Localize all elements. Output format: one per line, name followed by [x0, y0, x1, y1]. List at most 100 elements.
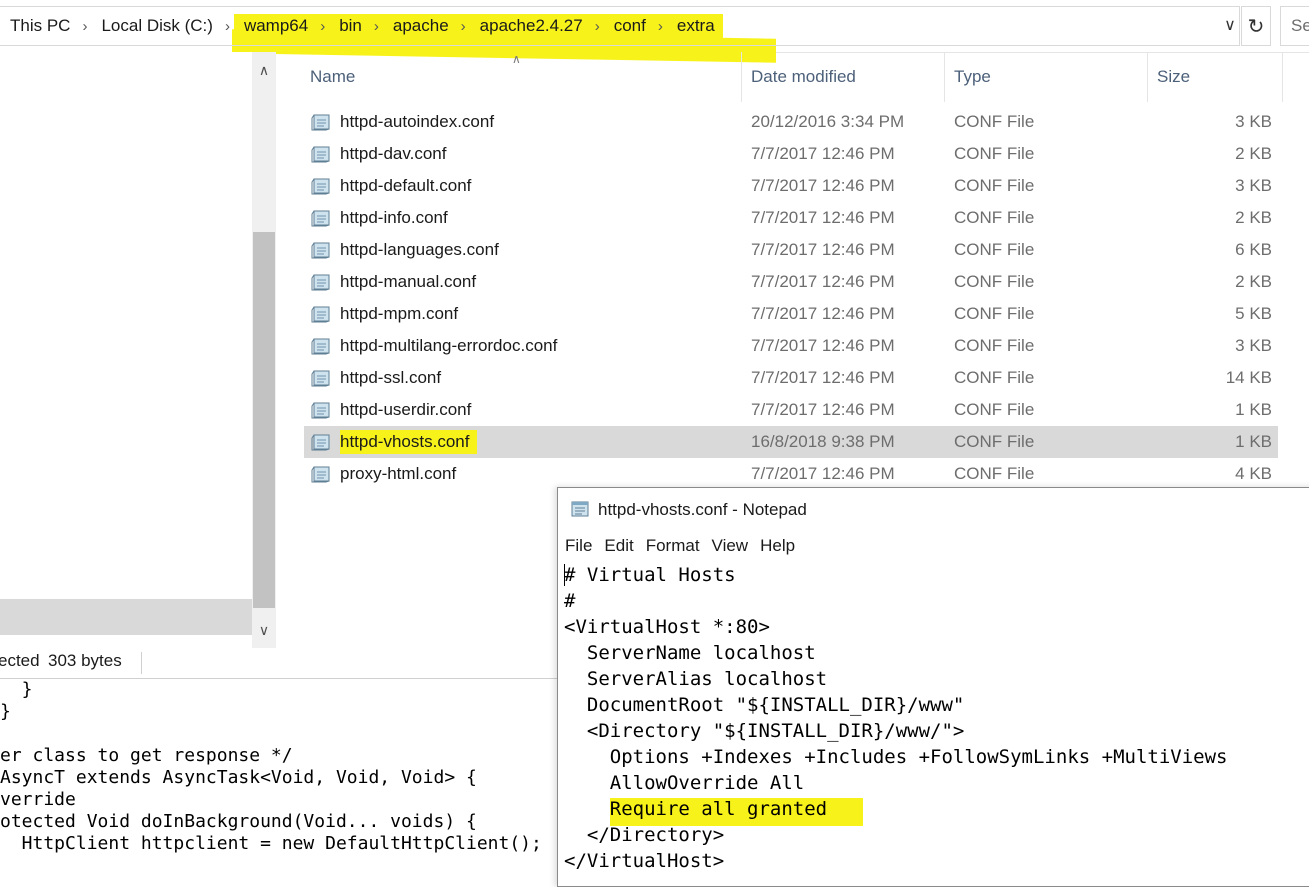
file-row[interactable]: httpd-autoindex.conf 20/12/2016 3:34 PM CO… — [304, 106, 1278, 138]
file-name: httpd-autoindex.conf — [340, 112, 495, 131]
conf-file-icon — [311, 210, 330, 227]
scrollbar-thumb[interactable] — [253, 232, 275, 608]
file-size: 2 KB — [1235, 208, 1272, 227]
text-line: ServerAlias localhost — [564, 668, 828, 690]
menu-item-edit[interactable]: Edit — [597, 534, 638, 560]
column-type[interactable]: Type — [946, 52, 1148, 102]
file-type: CONF File — [954, 304, 1035, 323]
file-row[interactable]: proxy-html.conf 7/7/2017 12:46 PM CONF Fil… — [304, 458, 1278, 490]
file-size: 1 KB — [1235, 400, 1272, 419]
menu-item-help[interactable]: Help — [753, 534, 800, 560]
file-date: 7/7/2017 12:46 PM — [751, 304, 895, 323]
file-size: 1 KB — [1235, 432, 1272, 451]
file-type: CONF File — [954, 112, 1035, 131]
file-date: 20/12/2016 3:34 PM — [751, 112, 905, 131]
text-line: </VirtualHost> — [564, 850, 725, 872]
text-line: Require all granted — [564, 796, 864, 826]
file-type: CONF File — [954, 176, 1035, 195]
breadcrumb-item[interactable]: apache — [382, 14, 457, 38]
menu-item-view[interactable]: View — [705, 534, 754, 560]
chevron-right-icon[interactable]: › — [316, 13, 330, 39]
menu-item-format[interactable]: Format — [639, 534, 705, 560]
chevron-up-icon[interactable]: ∧ — [252, 58, 276, 82]
status-bar: ected 303 bytes — [0, 648, 558, 679]
file-name: httpd-languages.conf — [340, 240, 499, 259]
file-row[interactable]: httpd-ssl.conf 7/7/2017 12:46 PM CONF File… — [304, 362, 1278, 394]
chevron-right-icon[interactable]: › — [78, 18, 91, 35]
text-line: <VirtualHost *:80> — [564, 616, 770, 638]
file-row[interactable]: httpd-languages.conf 7/7/2017 12:46 PM CON… — [304, 234, 1278, 266]
text-line: # Virtual Hosts — [564, 564, 736, 586]
breadcrumb[interactable]: This PC › Local Disk (C:) › wamp64 › bin › apach… — [0, 6, 1240, 46]
file-date: 7/7/2017 12:46 PM — [751, 240, 895, 259]
breadcrumb-item[interactable]: This PC — [0, 16, 78, 36]
chevron-down-icon[interactable]: ∨ — [1218, 8, 1242, 42]
file-row[interactable]: httpd-multilang-errordoc.conf 7/7/2017 12… — [304, 330, 1278, 362]
notepad-titlebar[interactable]: httpd-vhosts.conf - Notepad — [558, 488, 1309, 532]
file-type: CONF File — [954, 272, 1035, 291]
file-date: 7/7/2017 12:46 PM — [751, 176, 895, 195]
conf-file-icon — [311, 178, 330, 195]
refresh-icon[interactable]: ↻ — [1241, 6, 1271, 46]
chevron-right-icon[interactable]: › — [590, 13, 604, 39]
conf-file-icon — [311, 306, 330, 323]
chevron-down-icon[interactable]: ∨ — [252, 618, 276, 642]
chevron-right-icon[interactable]: › — [221, 18, 234, 35]
breadcrumb-item[interactable]: wamp64 — [233, 14, 317, 38]
file-row[interactable]: httpd-dav.conf 7/7/2017 12:46 PM CONF File… — [304, 138, 1278, 170]
search-input[interactable]: Se — [1280, 6, 1309, 46]
file-size: 3 KB — [1235, 176, 1272, 195]
file-row[interactable]: httpd-mpm.conf 7/7/2017 12:46 PM CONF File… — [304, 298, 1278, 330]
chevron-right-icon[interactable]: › — [653, 13, 667, 39]
file-type: CONF File — [954, 240, 1035, 259]
column-size[interactable]: Size — [1149, 52, 1283, 102]
file-date: 7/7/2017 12:46 PM — [751, 464, 895, 483]
column-date-modified[interactable]: Date modified — [743, 52, 945, 102]
notepad-window[interactable]: httpd-vhosts.conf - Notepad File Edit Form… — [557, 487, 1309, 887]
code-line: } — [0, 679, 33, 700]
file-date: 7/7/2017 12:46 PM — [751, 272, 895, 291]
file-type: CONF File — [954, 144, 1035, 163]
file-size: 2 KB — [1235, 144, 1272, 163]
text-line: </Directory> — [564, 824, 725, 846]
file-size: 4 KB — [1235, 464, 1272, 483]
menu-item-file[interactable]: File — [558, 534, 597, 560]
menu-bar: File Edit Format View Help — [558, 534, 800, 560]
file-row[interactable]: httpd-manual.conf 7/7/2017 12:46 PM CONF F… — [304, 266, 1278, 298]
breadcrumb-item[interactable]: bin — [329, 14, 370, 38]
code-line: verride — [0, 789, 76, 810]
file-name: httpd-vhosts.conf — [340, 430, 478, 454]
column-headers: ∧ Name Date modified Type Size — [276, 52, 1286, 102]
file-type: CONF File — [954, 400, 1035, 419]
file-row[interactable]: httpd-vhosts.conf 16/8/2018 9:38 PM CONF F… — [304, 426, 1278, 458]
chevron-right-icon[interactable]: › — [369, 13, 383, 39]
file-row[interactable]: httpd-default.conf 7/7/2017 12:46 PM CONF … — [304, 170, 1278, 202]
conf-file-icon — [311, 274, 330, 291]
conf-file-icon — [311, 338, 330, 355]
column-name[interactable]: Name — [302, 52, 742, 102]
status-selected: ected — [0, 651, 40, 670]
file-date: 7/7/2017 12:46 PM — [751, 336, 895, 355]
breadcrumb-item[interactable]: conf — [603, 14, 654, 38]
file-row[interactable]: httpd-info.conf 7/7/2017 12:46 PM CONF Fil… — [304, 202, 1278, 234]
breadcrumb-item[interactable]: Local Disk (C:) — [91, 16, 220, 36]
file-name: httpd-dav.conf — [340, 144, 447, 163]
file-size: 6 KB — [1235, 240, 1272, 259]
file-name: httpd-userdir.conf — [340, 400, 472, 419]
nav-item-selected[interactable] — [0, 599, 252, 635]
breadcrumb-item[interactable]: extra — [666, 14, 723, 38]
code-line: otected Void doInBackground(Void... void… — [0, 811, 477, 832]
file-list: httpd-autoindex.conf 20/12/2016 3:34 PM CO… — [304, 106, 1278, 490]
file-type: CONF File — [954, 208, 1035, 227]
file-name: httpd-info.conf — [340, 208, 448, 227]
search-placeholder: Se — [1291, 16, 1309, 35]
navigation-pane[interactable] — [0, 52, 252, 648]
file-date: 16/8/2018 9:38 PM — [751, 432, 895, 451]
text-line: AllowOverride All — [564, 772, 805, 794]
breadcrumb-item[interactable]: apache2.4.27 — [469, 14, 591, 38]
text-area[interactable]: # Virtual Hosts # <VirtualHost *:80> Serve… — [564, 562, 1309, 882]
file-date: 7/7/2017 12:46 PM — [751, 368, 895, 387]
nav-scrollbar[interactable]: ∧ ∨ — [252, 52, 276, 648]
chevron-right-icon[interactable]: › — [456, 13, 470, 39]
file-row[interactable]: httpd-userdir.conf 7/7/2017 12:46 PM CONF … — [304, 394, 1278, 426]
